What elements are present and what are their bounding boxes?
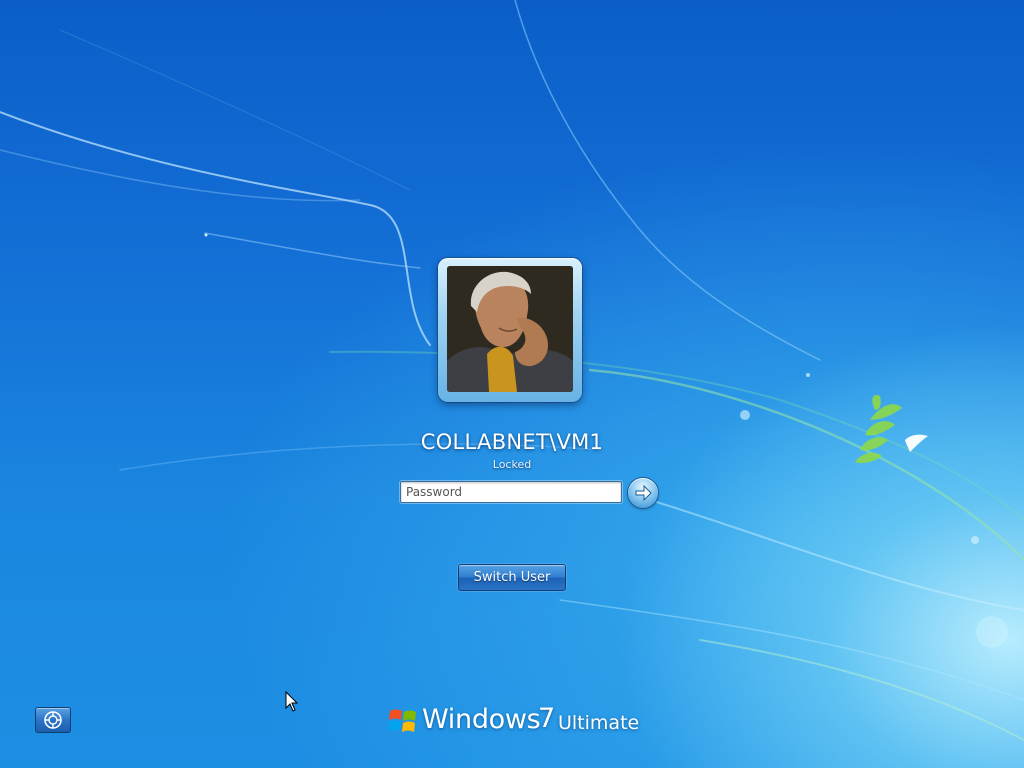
user-status: Locked [492, 458, 532, 471]
username: COLLABNET\VM1 [420, 430, 604, 454]
user-avatar [438, 258, 582, 402]
leaf-sprig [855, 394, 902, 464]
windows-branding: Windows 7 Ultimate [388, 703, 648, 740]
avatar-photo [447, 266, 573, 392]
ease-of-access-icon [44, 711, 62, 729]
password-input[interactable] [400, 481, 622, 503]
ease-of-access-button[interactable] [35, 707, 71, 733]
brand-windows-text: Windows [422, 704, 541, 735]
brand-edition-text: Ultimate [558, 712, 640, 734]
brand-version-text: 7 [538, 703, 556, 734]
submit-button[interactable] [628, 478, 658, 508]
windows-flag-icon [388, 709, 416, 732]
bird [905, 434, 928, 452]
arrow-right-icon [635, 484, 652, 502]
switch-user-button[interactable]: Switch User [458, 564, 566, 591]
mouse-cursor-icon [285, 691, 299, 712]
